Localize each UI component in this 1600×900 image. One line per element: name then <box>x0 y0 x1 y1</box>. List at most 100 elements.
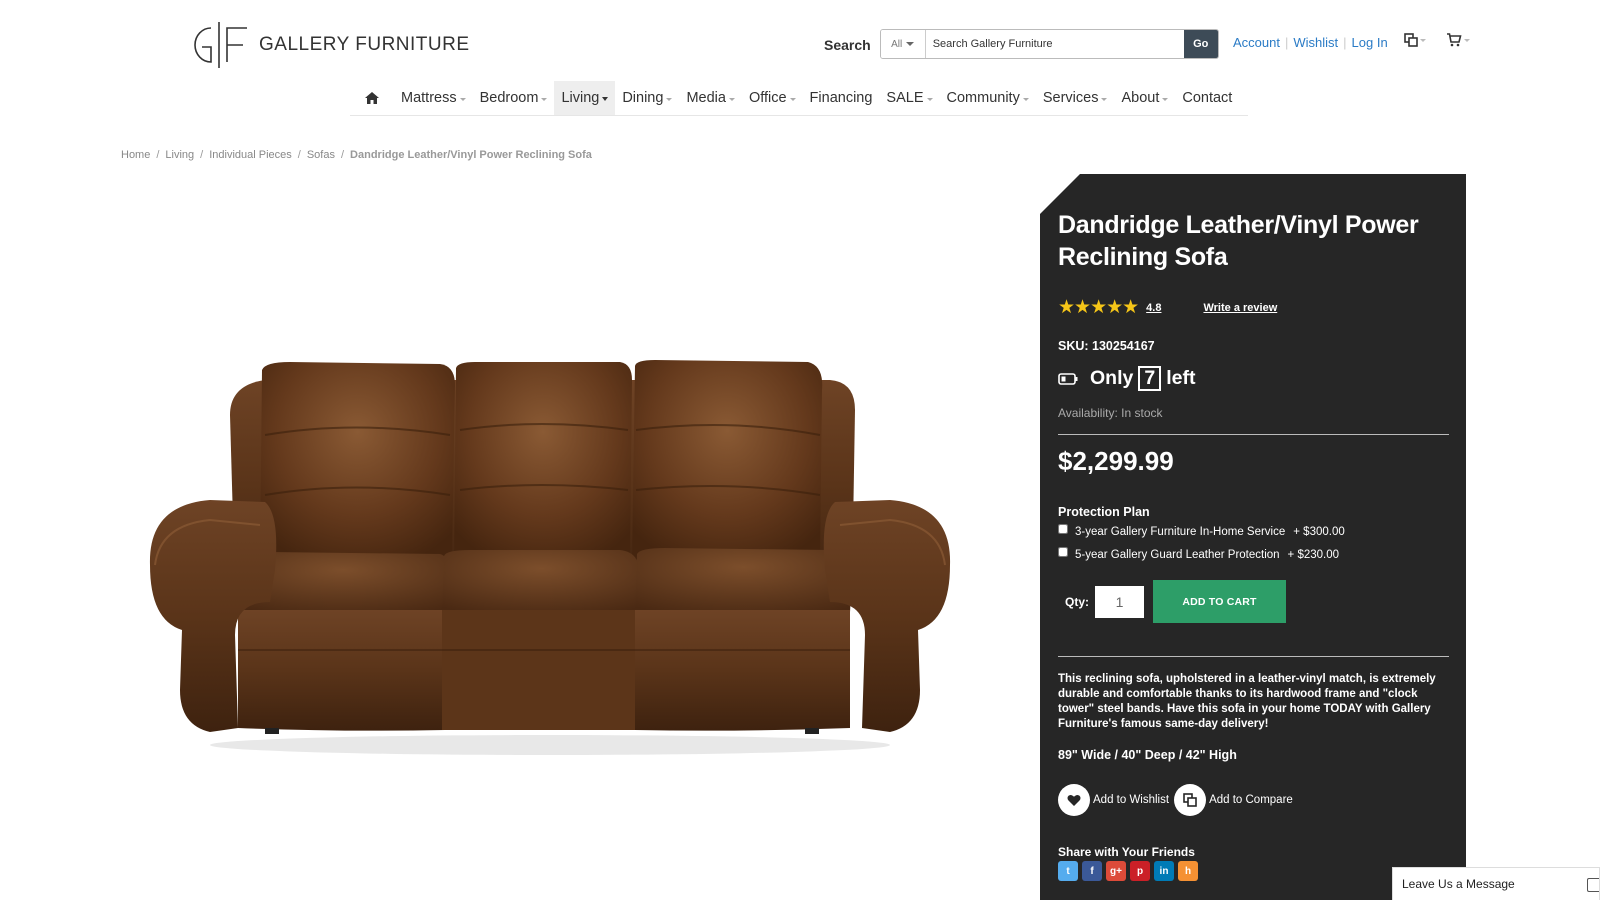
breadcrumb-separator: / <box>340 149 345 161</box>
wishlist-link[interactable]: Wishlist <box>1293 35 1338 50</box>
protection-option-label: 3-year Gallery Furniture In-Home Service <box>1075 526 1286 538</box>
nav-item-sale[interactable]: SALE <box>879 81 939 115</box>
nav-item-label: About <box>1121 90 1160 106</box>
protection-option-label: 5-year Gallery Guard Leather Protection <box>1075 549 1280 561</box>
product-image[interactable] <box>140 340 960 780</box>
add-to-wishlist-label[interactable]: Add to Wishlist <box>1093 794 1169 806</box>
chevron-down-icon <box>1420 38 1426 42</box>
breadcrumb-separator: / <box>156 149 160 161</box>
chevron-down-icon <box>1464 38 1470 42</box>
rating-row: ★★★★★ 4.8 Write a review <box>1058 296 1277 319</box>
nav-item-label: Office <box>748 90 787 106</box>
share-title: Share with Your Friends <box>1058 845 1195 859</box>
breadcrumb-home[interactable]: Home <box>121 149 150 161</box>
breadcrumb-current: Dandridge Leather/Vinyl Power Reclining … <box>350 149 592 161</box>
cart-header-button[interactable] <box>1446 33 1470 47</box>
protection-option-price: + $300.00 <box>1293 526 1345 538</box>
nav-item-services[interactable]: Services <box>1036 81 1115 115</box>
nav-item-label: Bedroom <box>479 90 539 106</box>
nav-item-office[interactable]: Office <box>742 81 803 115</box>
rating-stars: ★★★★★ <box>1058 297 1139 318</box>
product-title: Dandridge Leather/Vinyl Power Reclining … <box>1058 211 1419 271</box>
nav-item-community[interactable]: Community <box>940 81 1036 115</box>
nav-item-label: Mattress <box>401 90 457 106</box>
quantity-row: Qty: ADD TO CART <box>1058 580 1286 623</box>
leave-message-widget[interactable]: Leave Us a Message <box>1392 867 1600 900</box>
chevron-down-icon <box>541 97 548 101</box>
nav-item-label: Financing <box>809 90 873 106</box>
nav-home[interactable] <box>350 81 394 115</box>
write-review-link[interactable]: Write a review <box>1203 302 1277 314</box>
chevron-down-icon <box>602 97 609 101</box>
product-dimensions: 89" Wide / 40" Deep / 42" High <box>1058 748 1237 762</box>
breadcrumb-individual-pieces[interactable]: Individual Pieces <box>209 149 292 161</box>
logo-text: GALLERY FURNITURE <box>259 34 470 55</box>
leave-message-label: Leave Us a Message <box>1402 877 1515 891</box>
share-buttons: t f g+ p in h <box>1058 861 1198 881</box>
product-actions: Add to Wishlist Add to Compare <box>1058 784 1298 816</box>
chevron-down-icon <box>789 97 796 101</box>
twitter-share-icon[interactable]: t <box>1058 861 1078 881</box>
nav-item-financing[interactable]: Financing <box>803 81 880 115</box>
compare-header-button[interactable] <box>1404 33 1426 47</box>
nav-item-label: Media <box>686 90 726 106</box>
stock-suffix: left <box>1166 367 1196 389</box>
nav-item-contact[interactable]: Contact <box>1175 81 1239 115</box>
houzz-share-icon[interactable]: h <box>1178 861 1198 881</box>
chevron-down-icon <box>1101 97 1108 101</box>
compare-icon <box>1183 793 1197 807</box>
product-info-panel: Dandridge Leather/Vinyl Power Reclining … <box>1040 174 1466 900</box>
nav-item-mattress[interactable]: Mattress <box>394 81 473 115</box>
linkedin-share-icon[interactable]: in <box>1154 861 1174 881</box>
google-plus-share-icon[interactable]: g+ <box>1106 861 1126 881</box>
chat-window-icon <box>1587 878 1599 892</box>
stock-count: 7 <box>1138 366 1162 391</box>
breadcrumb: Home / Living / Individual Pieces / Sofa… <box>121 149 592 161</box>
breadcrumb-separator: / <box>200 149 204 161</box>
nav-item-media[interactable]: Media <box>679 81 742 115</box>
add-to-cart-button[interactable]: ADD TO CART <box>1153 580 1286 623</box>
protection-checkbox[interactable] <box>1058 547 1068 557</box>
protection-option-in-home-service[interactable]: 3-year Gallery Furniture In-Home Service… <box>1058 524 1345 538</box>
chevron-down-icon <box>728 97 735 101</box>
add-to-compare-label[interactable]: Add to Compare <box>1209 794 1293 806</box>
heart-icon <box>1067 794 1081 806</box>
search-category-select[interactable]: All <box>880 30 926 58</box>
protection-plan-title: Protection Plan <box>1058 505 1150 519</box>
account-link[interactable]: Account <box>1233 35 1280 50</box>
add-to-compare-button[interactable] <box>1174 784 1207 816</box>
main-nav: Mattress Bedroom Living Dining Media Off… <box>350 81 1248 116</box>
nav-item-dining[interactable]: Dining <box>615 81 679 115</box>
home-icon <box>365 92 379 104</box>
protection-option-leather-protection[interactable]: 5-year Gallery Guard Leather Protection … <box>1058 547 1339 561</box>
gf-logo-mark-icon <box>194 22 247 68</box>
nav-item-living[interactable]: Living <box>554 81 616 115</box>
nav-item-label: SALE <box>886 90 924 106</box>
nav-item-bedroom[interactable]: Bedroom <box>473 81 555 115</box>
pinterest-share-icon[interactable]: p <box>1130 861 1150 881</box>
quantity-input[interactable] <box>1095 585 1144 618</box>
breadcrumb-separator: / <box>297 149 301 161</box>
rating-value[interactable]: 4.8 <box>1146 302 1161 314</box>
nav-item-about[interactable]: About <box>1114 81 1175 115</box>
breadcrumb-sofas[interactable]: Sofas <box>307 149 335 161</box>
chevron-down-icon <box>926 97 933 101</box>
product-sku: SKU: 130254167 <box>1058 339 1155 353</box>
protection-checkbox[interactable] <box>1058 524 1068 534</box>
login-link[interactable]: Log In <box>1352 35 1388 50</box>
add-to-wishlist-button[interactable] <box>1058 784 1090 816</box>
search-go-button[interactable]: Go <box>1183 30 1218 58</box>
breadcrumb-living[interactable]: Living <box>165 149 194 161</box>
chevron-down-icon <box>1162 97 1169 101</box>
chevron-down-icon <box>1022 97 1029 101</box>
facebook-share-icon[interactable]: f <box>1082 861 1102 881</box>
stock-indicator: Only 7 left <box>1058 366 1195 391</box>
search-area: Search All Go <box>824 29 1219 59</box>
link-separator: | <box>1343 35 1347 50</box>
search-box: All Go <box>879 29 1219 59</box>
chevron-down-icon <box>666 97 673 101</box>
chevron-down-icon <box>906 42 915 46</box>
nav-item-label: Services <box>1042 90 1099 106</box>
site-logo[interactable]: GALLERY FURNITURE <box>185 20 470 70</box>
search-input[interactable] <box>925 30 1184 58</box>
